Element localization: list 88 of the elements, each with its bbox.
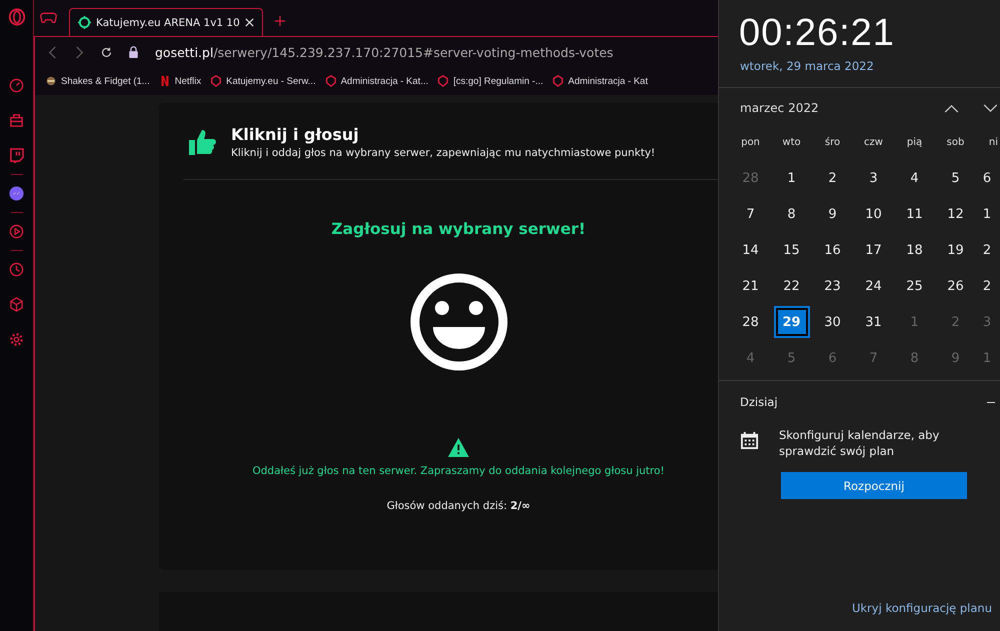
tab-title: Katujemy.eu ARENA 1v1 10 xyxy=(96,16,240,28)
character-icon xyxy=(45,75,57,87)
calendar-day[interactable]: 1 xyxy=(774,162,810,194)
vote-count: Głosów oddanych dziś: 2/∞ xyxy=(386,500,530,512)
thumbs-up-icon xyxy=(187,127,217,157)
clock-time: 00:26:21 xyxy=(738,11,896,55)
clock-icon[interactable] xyxy=(9,262,24,277)
calendar-day[interactable]: 9 xyxy=(814,198,850,230)
calendar-day[interactable]: 31 xyxy=(856,306,892,338)
calendar-day[interactable]: 11 xyxy=(896,198,932,230)
calendar-day[interactable]: 18 xyxy=(896,234,932,266)
calendar-day[interactable]: 28 xyxy=(732,306,768,338)
lock-icon xyxy=(128,46,139,58)
bag-icon[interactable] xyxy=(9,113,24,128)
bookmark[interactable]: Shakes & Fidget (1... xyxy=(45,75,150,87)
calendar-day[interactable]: 4 xyxy=(896,162,932,194)
shield-icon xyxy=(210,75,222,87)
weekday-label: pią xyxy=(906,136,922,148)
notice-text: Oddałeś już głos na ten serwer. Zapraszamy do oddania kolejnego głosu jutro! xyxy=(252,465,664,477)
calendar-day[interactable]: 14 xyxy=(732,234,768,266)
calendar-day[interactable]: 30 xyxy=(814,306,850,338)
twitch-icon[interactable] xyxy=(9,148,24,163)
calendar-day[interactable]: 5 xyxy=(938,162,974,194)
cube-icon[interactable] xyxy=(9,297,24,312)
calendar-day[interactable]: 21 xyxy=(732,270,768,302)
netflix-icon xyxy=(158,75,171,87)
close-icon[interactable] xyxy=(244,18,254,27)
hide-plan-link[interactable]: Ukryj konfigurację planu xyxy=(852,601,992,615)
calendar-day[interactable]: 22 xyxy=(774,270,810,302)
play-icon[interactable] xyxy=(9,224,24,239)
weekday-label: śro xyxy=(824,136,840,148)
bookmark[interactable]: Administracja - Kat... xyxy=(324,75,428,87)
plus-icon[interactable] xyxy=(274,16,285,26)
bookmark[interactable]: [cs:go] Regulamin -... xyxy=(437,75,544,87)
reload-icon[interactable] xyxy=(101,46,112,58)
calendar-day[interactable]: 23 xyxy=(814,270,850,302)
chevron-down-icon[interactable] xyxy=(983,104,998,112)
calendar-day[interactable]: 24 xyxy=(856,270,892,302)
calendar-day[interactable]: 10 xyxy=(856,198,892,230)
calendar-day[interactable]: 25 xyxy=(896,270,932,302)
agenda-title: Dzisiaj xyxy=(740,395,778,409)
calendar-day[interactable]: 8 xyxy=(774,198,810,230)
crosshair-icon xyxy=(78,16,91,29)
agenda-message: Skonfiguruj kalendarze, aby sprawdzić swój plan xyxy=(779,427,940,459)
clock-date[interactable]: wtorek, 29 marca 2022 xyxy=(719,55,1000,87)
start-button[interactable]: Rozpocznij xyxy=(781,472,967,499)
weekday-label: sob xyxy=(946,136,964,148)
chevron-up-icon[interactable] xyxy=(944,104,959,112)
card-title: Kliknij i głosuj xyxy=(231,125,360,144)
browser-tab[interactable]: Katujemy.eu ARENA 1v1 10 xyxy=(69,8,263,36)
back-icon[interactable] xyxy=(47,46,58,58)
calendar-day[interactable]: 15 xyxy=(774,234,810,266)
month-title[interactable]: marzec 2022 xyxy=(740,101,944,115)
weekday-label: wto xyxy=(782,136,801,148)
shield-icon xyxy=(437,75,450,87)
calendar-day[interactable]: 16 xyxy=(814,234,850,266)
messenger-icon[interactable] xyxy=(9,186,24,201)
weekday-label: pon xyxy=(741,136,760,148)
bookmark[interactable]: Katujemy.eu - Serw... xyxy=(210,75,316,87)
bookmark[interactable]: Administracja - Kat xyxy=(552,75,648,87)
calendar-day[interactable]: 29 xyxy=(774,306,810,338)
shield-icon xyxy=(324,75,337,87)
calendar-day[interactable]: 1 xyxy=(976,198,998,230)
card-subtitle: Kliknij i oddaj głos na wybrany serwer, zapewniając mu natychmiastowe punkty! xyxy=(231,147,656,159)
smiley-icon xyxy=(408,272,508,372)
weekday-label: czw xyxy=(864,136,883,148)
opera-logo-icon[interactable] xyxy=(8,8,26,26)
speedometer-icon[interactable] xyxy=(9,78,24,93)
calendar-icon xyxy=(740,431,759,450)
calendar-day[interactable]: 7 xyxy=(732,198,768,230)
bookmark[interactable]: Netflix xyxy=(158,75,202,87)
warning-icon xyxy=(448,438,469,457)
calendar-day[interactable]: 2 xyxy=(814,162,850,194)
calendar-day[interactable]: 2 xyxy=(976,234,998,266)
calendar-day[interactable]: 3 xyxy=(856,162,892,194)
vote-heading: Zagłosuj na wybrany serwer! xyxy=(331,220,586,238)
calendar-day[interactable]: 26 xyxy=(938,270,974,302)
calendar-day[interactable]: 19 xyxy=(938,234,974,266)
gamepad-icon[interactable] xyxy=(40,12,57,24)
calendar-day[interactable]: 12 xyxy=(938,198,974,230)
shield-icon xyxy=(552,75,564,87)
calendar-day[interactable]: 6 xyxy=(976,162,998,194)
calendar-day[interactable]: 2 xyxy=(976,270,998,302)
forward-icon[interactable] xyxy=(74,46,85,58)
address-field[interactable]: gosetti.pl/serwery/145.239.237.170:27015#server-voting-methods-votes xyxy=(155,44,614,60)
calendar-day[interactable]: 17 xyxy=(856,234,892,266)
weekday-label: ni xyxy=(988,136,998,148)
settings-icon[interactable] xyxy=(9,332,24,347)
